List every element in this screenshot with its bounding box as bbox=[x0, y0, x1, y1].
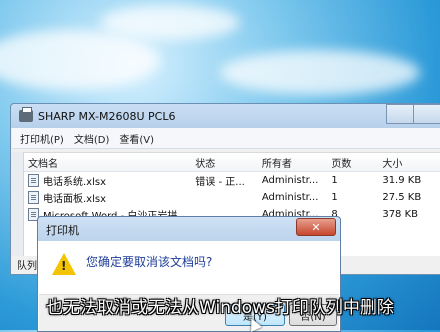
menu-view[interactable]: 查看(V) bbox=[119, 131, 154, 146]
menu-document[interactable]: 文档(D) bbox=[74, 131, 110, 146]
left-pane bbox=[11, 152, 24, 256]
doc-name: 电话系统.xlsx bbox=[43, 177, 107, 188]
doc-pages: 1 bbox=[331, 175, 338, 186]
dialog-message: 您确定要取消该文档吗? bbox=[86, 255, 213, 269]
window-title: SHARP MX-M2608U PCL6 bbox=[38, 109, 176, 123]
printer-icon bbox=[19, 107, 33, 122]
status-bar-text: 队列 bbox=[17, 261, 37, 272]
document-icon bbox=[28, 174, 39, 187]
window-controls bbox=[386, 104, 440, 124]
doc-status: 错误 - 正... bbox=[195, 177, 245, 188]
table-row[interactable]: 电话面板.xlsx Administr... 1 27.5 KB bbox=[24, 189, 440, 206]
warning-exclamation: ! bbox=[61, 259, 67, 273]
column-header-owner[interactable]: 所有者 bbox=[258, 155, 328, 170]
menu-bar: 打印机(P) 文档(D) 查看(V) bbox=[12, 128, 440, 149]
list-header: 文档名 状态 所有者 页数 大小 bbox=[24, 153, 440, 172]
column-header-name[interactable]: 文档名 bbox=[24, 155, 191, 170]
dialog-title: 打印机 bbox=[46, 224, 79, 237]
close-icon[interactable]: ✕ bbox=[296, 218, 336, 236]
doc-size: 31.9 KB bbox=[382, 175, 422, 186]
doc-owner: Administr... bbox=[261, 175, 319, 186]
minimize-button[interactable] bbox=[386, 104, 414, 124]
doc-size: 378 KB bbox=[382, 209, 419, 220]
table-row[interactable]: 电话系统.xlsx 错误 - 正... Administr... 1 31.9 … bbox=[24, 172, 440, 189]
column-header-size[interactable]: 大小 bbox=[378, 155, 440, 170]
doc-name: 电话面板.xlsx bbox=[43, 194, 107, 205]
document-icon bbox=[28, 191, 39, 204]
background-cloud bbox=[220, 50, 420, 95]
doc-size: 27.5 KB bbox=[382, 192, 422, 203]
column-header-pages[interactable]: 页数 bbox=[327, 155, 378, 170]
background-cloud bbox=[100, 5, 240, 40]
maximize-button[interactable] bbox=[413, 104, 440, 124]
doc-pages: 1 bbox=[331, 192, 338, 203]
window-title-bar: SHARP MX-M2608U PCL6 bbox=[19, 107, 175, 125]
column-header-status[interactable]: 状态 bbox=[191, 155, 258, 170]
background-cloud bbox=[0, 30, 160, 90]
menu-printer[interactable]: 打印机(P) bbox=[20, 131, 64, 146]
video-caption: 也无法取消或无法从Windows打印队列中删除 bbox=[46, 298, 394, 318]
doc-owner: Administr... bbox=[261, 192, 319, 203]
